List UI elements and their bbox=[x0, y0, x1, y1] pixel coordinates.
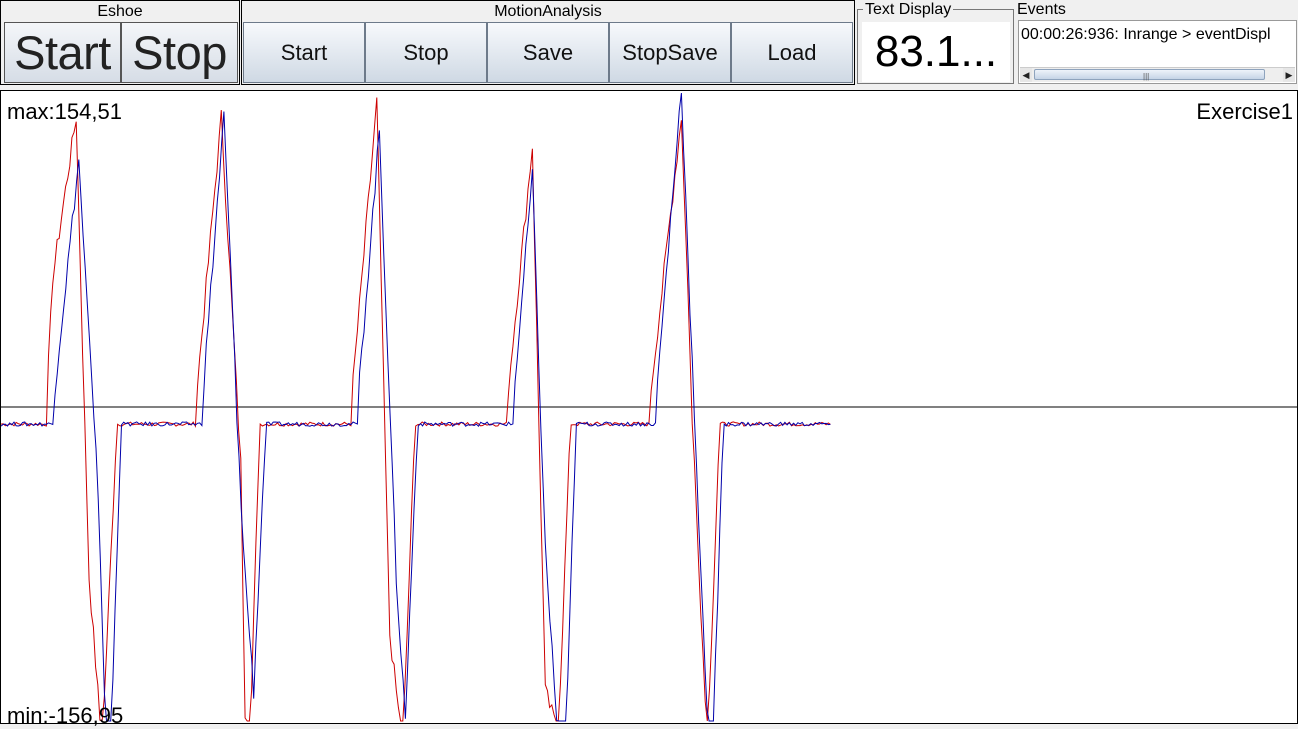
motion-save-button[interactable]: Save bbox=[487, 22, 609, 83]
scroll-left-arrow-icon[interactable]: ◀ bbox=[1020, 68, 1032, 82]
motion-analysis-title: MotionAnalysis bbox=[494, 3, 602, 20]
signal-chart: max:154,51 min:-156,95 Exercise1 bbox=[0, 90, 1298, 728]
motion-start-button[interactable]: Start bbox=[243, 22, 365, 83]
chart-canvas bbox=[1, 92, 1297, 722]
motion-stopsave-button[interactable]: StopSave bbox=[609, 22, 731, 83]
events-horizontal-scrollbar[interactable]: ◀ ||| ▶ bbox=[1020, 67, 1295, 82]
text-display-value: 83.1... bbox=[862, 22, 1010, 82]
min-label: min:-156,95 bbox=[7, 703, 124, 728]
events-list[interactable]: 00:00:26:936: Inrange > eventDispl ◀ |||… bbox=[1018, 20, 1297, 84]
max-label: max:154,51 bbox=[7, 99, 122, 124]
eshoe-group: Eshoe Start Stop bbox=[0, 0, 240, 85]
motion-load-button[interactable]: Load bbox=[731, 22, 853, 83]
eshoe-title: Eshoe bbox=[97, 3, 143, 20]
text-display-group: Text Display 83.1... bbox=[857, 1, 1014, 84]
scroll-thumb[interactable]: ||| bbox=[1034, 69, 1265, 81]
scroll-right-arrow-icon[interactable]: ▶ bbox=[1283, 68, 1295, 82]
grip-icon: ||| bbox=[1143, 72, 1150, 81]
eshoe-start-button[interactable]: Start bbox=[4, 22, 121, 83]
series-line-1 bbox=[1, 97, 831, 722]
events-group: Events 00:00:26:936: Inrange > eventDisp… bbox=[1015, 0, 1298, 85]
text-display-legend: Text Display bbox=[863, 1, 954, 19]
eshoe-stop-button[interactable]: Stop bbox=[121, 22, 238, 83]
motion-stop-button[interactable]: Stop bbox=[365, 22, 487, 83]
events-legend: Events bbox=[1017, 1, 1066, 18]
motion-analysis-group: MotionAnalysis Start Stop Save StopSave … bbox=[241, 0, 855, 85]
event-entry: 00:00:26:936: Inrange > eventDispl bbox=[1021, 26, 1271, 43]
exercise-label: Exercise1 bbox=[1196, 99, 1293, 124]
